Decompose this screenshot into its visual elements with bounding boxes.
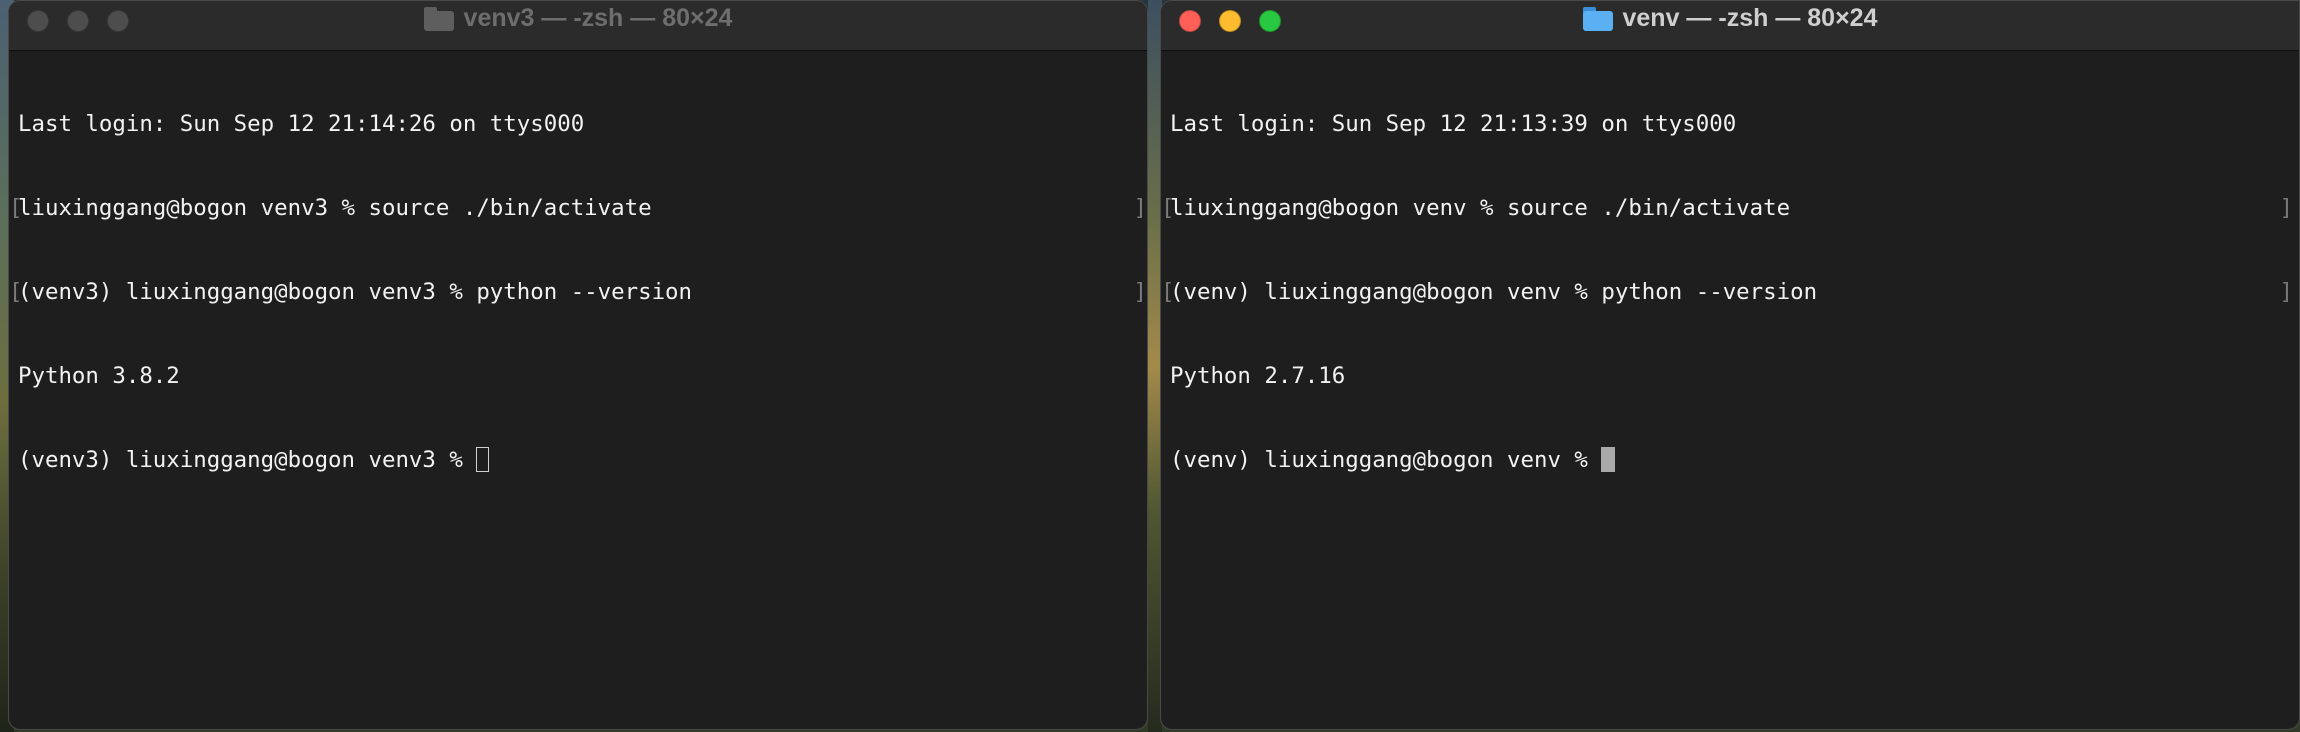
mark-bracket-left: [	[1161, 195, 1175, 221]
folder-icon	[423, 6, 454, 31]
mark-bracket-left: [	[1161, 279, 1175, 305]
close-button[interactable]	[27, 10, 49, 32]
mark-bracket-right: ]	[1133, 195, 1147, 221]
terminal-window-venv[interactable]: venv — -zsh — 80×24 Last login: Sun Sep …	[1160, 0, 2300, 730]
terminal-window-venv3[interactable]: venv3 — -zsh — 80×24 Last login: Sun Sep…	[8, 0, 1148, 730]
terminal-line: [liuxinggang@bogon venv3 % source ./bin/…	[9, 194, 1147, 222]
terminal-line-text: (venv) liuxinggang@bogon venv % python -…	[1170, 279, 1818, 305]
window-titlebar[interactable]: venv3 — -zsh — 80×24	[9, 1, 1147, 51]
desktop: venv3 — -zsh — 80×24 Last login: Sun Sep…	[0, 0, 2300, 732]
mark-bracket-left: [	[9, 195, 23, 221]
terminal-line-text: Last login: Sun Sep 12 21:13:39 on ttys0…	[1170, 111, 1737, 137]
text-cursor	[1601, 447, 1616, 472]
mark-bracket-right: ]	[2279, 279, 2293, 305]
text-cursor	[476, 447, 490, 472]
window-controls	[27, 10, 129, 32]
terminal-line-text: (venv3) liuxinggang@bogon venv3 % python…	[18, 279, 693, 305]
window-controls	[1179, 10, 1281, 32]
terminal-line: Last login: Sun Sep 12 21:13:39 on ttys0…	[1170, 110, 2299, 138]
terminal-line: Last login: Sun Sep 12 21:14:26 on ttys0…	[18, 110, 1147, 138]
terminal-line-text: Python 3.8.2	[18, 363, 180, 389]
terminal-line: [(venv) liuxinggang@bogon venv % python …	[1161, 278, 2299, 306]
close-button[interactable]	[1179, 10, 1201, 32]
terminal-line: Python 2.7.16	[1170, 362, 2299, 390]
terminal-prompt-line[interactable]: (venv3) liuxinggang@bogon venv3 %	[18, 446, 1147, 474]
window-titlebar[interactable]: venv — -zsh — 80×24	[1161, 1, 2299, 51]
terminal-prompt-line[interactable]: (venv) liuxinggang@bogon venv %	[1170, 446, 2299, 474]
zoom-button[interactable]	[107, 10, 129, 32]
window-title: venv — -zsh — 80×24	[1582, 4, 1878, 33]
terminal-output[interactable]: Last login: Sun Sep 12 21:13:39 on ttys0…	[1161, 51, 2299, 530]
terminal-prompt-text: (venv) liuxinggang@bogon venv %	[1170, 447, 1602, 473]
minimize-button[interactable]	[67, 10, 89, 32]
window-title-text: venv — -zsh — 80×24	[1622, 4, 1878, 32]
terminal-line: [(venv3) liuxinggang@bogon venv3 % pytho…	[9, 278, 1147, 306]
mark-bracket-right: ]	[2279, 195, 2293, 221]
window-title: venv3 — -zsh — 80×24	[423, 4, 733, 33]
mark-bracket-left: [	[9, 279, 23, 305]
window-title-text: venv3 — -zsh — 80×24	[463, 4, 733, 32]
mark-bracket-right: ]	[1133, 279, 1147, 305]
terminal-line: [liuxinggang@bogon venv % source ./bin/a…	[1161, 194, 2299, 222]
terminal-line-text: liuxinggang@bogon venv % source ./bin/ac…	[1170, 195, 1791, 221]
zoom-button[interactable]	[1259, 10, 1281, 32]
terminal-line: Python 3.8.2	[18, 362, 1147, 390]
folder-icon	[1582, 6, 1613, 31]
terminal-prompt-text: (venv3) liuxinggang@bogon venv3 %	[18, 447, 477, 473]
terminal-line-text: Last login: Sun Sep 12 21:14:26 on ttys0…	[18, 111, 585, 137]
minimize-button[interactable]	[1219, 10, 1241, 32]
terminal-line-text: Python 2.7.16	[1170, 363, 1346, 389]
terminal-output[interactable]: Last login: Sun Sep 12 21:14:26 on ttys0…	[9, 51, 1147, 530]
terminal-line-text: liuxinggang@bogon venv3 % source ./bin/a…	[18, 195, 652, 221]
